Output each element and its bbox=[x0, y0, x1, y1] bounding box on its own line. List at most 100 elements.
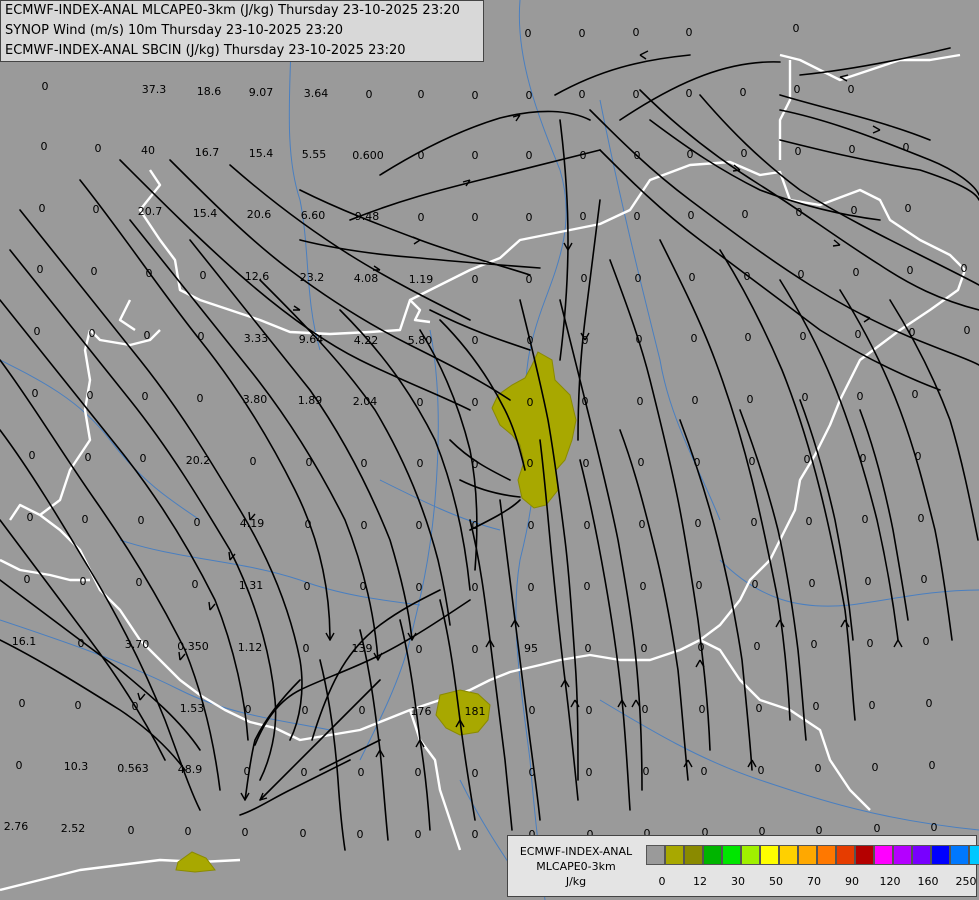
sbcin-value: 0 bbox=[691, 332, 698, 345]
sbcin-value: 181 bbox=[465, 705, 486, 718]
sbcin-value: 48.9 bbox=[178, 763, 203, 776]
legend-swatch bbox=[798, 845, 817, 865]
legend-title-line-1: ECMWF-INDEX-ANAL bbox=[519, 845, 633, 858]
sbcin-value: 0 bbox=[85, 451, 92, 464]
sbcin-value: 0 bbox=[27, 511, 34, 524]
sbcin-value: 0 bbox=[694, 456, 701, 469]
legend-title-line-2: MLCAPE0-3km bbox=[536, 860, 616, 873]
legend-swatch bbox=[969, 845, 979, 865]
legend-swatch bbox=[931, 845, 950, 865]
sbcin-value: 3.80 bbox=[243, 393, 268, 406]
sbcin-value: 0 bbox=[359, 704, 366, 717]
sbcin-value: 0 bbox=[418, 149, 425, 162]
sbcin-value: 0 bbox=[192, 578, 199, 591]
sbcin-value: 0 bbox=[926, 697, 933, 710]
sbcin-value: 0 bbox=[526, 89, 533, 102]
sbcin-value: 0 bbox=[698, 641, 705, 654]
sbcin-value: 10.3 bbox=[64, 760, 89, 773]
sbcin-value: 0 bbox=[580, 210, 587, 223]
sbcin-value: 37.3 bbox=[142, 83, 167, 96]
sbcin-value: 0 bbox=[961, 262, 968, 275]
sbcin-value: 0 bbox=[869, 699, 876, 712]
legend-swatch bbox=[779, 845, 798, 865]
sbcin-value: 0 bbox=[695, 517, 702, 530]
sbcin-value: 0 bbox=[472, 149, 479, 162]
legend-swatch bbox=[684, 845, 703, 865]
sbcin-value: 0 bbox=[696, 579, 703, 592]
sbcin-value: 0 bbox=[39, 202, 46, 215]
sbcin-value: 6.60 bbox=[301, 209, 326, 222]
sbcin-value: 0 bbox=[132, 700, 139, 713]
sbcin-value: 0 bbox=[699, 703, 706, 716]
sbcin-value: 0 bbox=[200, 269, 207, 282]
sbcin-value: 0 bbox=[417, 457, 424, 470]
legend-tick-label: 12 bbox=[693, 875, 707, 888]
sbcin-value: 0 bbox=[802, 391, 809, 404]
sbcin-value: 0 bbox=[416, 519, 423, 532]
sbcin-value: 0 bbox=[633, 26, 640, 39]
sbcin-value: 9.07 bbox=[249, 86, 274, 99]
sbcin-value: 0 bbox=[144, 329, 151, 342]
sbcin-value: 0 bbox=[740, 86, 747, 99]
sbcin-value: 0 bbox=[689, 271, 696, 284]
sbcin-value: 0.600 bbox=[352, 149, 384, 162]
sbcin-value: 0 bbox=[136, 576, 143, 589]
sbcin-value: 0 bbox=[418, 88, 425, 101]
sbcin-value: 0 bbox=[586, 704, 593, 717]
legend-swatch bbox=[855, 845, 874, 865]
sbcin-value: 0 bbox=[472, 211, 479, 224]
sbcin-value: 23.2 bbox=[300, 271, 325, 284]
legend-ticks: 01230507090120160250400 bbox=[646, 875, 977, 889]
legend-swatch bbox=[741, 845, 760, 865]
sbcin-value: 5.80 bbox=[408, 334, 433, 347]
legend-tick-label: 250 bbox=[955, 875, 977, 888]
sbcin-value: 0 bbox=[37, 263, 44, 276]
sbcin-value: 0 bbox=[860, 452, 867, 465]
sbcin-value: 0 bbox=[526, 149, 533, 162]
sbcin-value: 0 bbox=[300, 827, 307, 840]
sbcin-value: 0 bbox=[642, 703, 649, 716]
sbcin-value: 0 bbox=[923, 635, 930, 648]
legend-tick-label: 70 bbox=[807, 875, 821, 888]
legend-tick-label: 90 bbox=[845, 875, 859, 888]
sbcin-value: 0 bbox=[929, 759, 936, 772]
sbcin-value: 0 bbox=[32, 387, 39, 400]
legend-swatch bbox=[760, 845, 779, 865]
sbcin-value: 0 bbox=[416, 581, 423, 594]
sbcin-value: 0 bbox=[584, 519, 591, 532]
sbcin-value: 0 bbox=[303, 642, 310, 655]
sbcin-value: 0 bbox=[527, 334, 534, 347]
sbcin-value: 0 bbox=[639, 518, 646, 531]
legend-title-line-3: J/kg bbox=[565, 875, 587, 888]
sbcin-value: 0 bbox=[586, 766, 593, 779]
sbcin-value: 0 bbox=[853, 266, 860, 279]
sbcin-value: 0 bbox=[637, 395, 644, 408]
legend-swatch bbox=[646, 845, 665, 865]
sbcin-value: 0 bbox=[198, 330, 205, 343]
sbcin-value: 0 bbox=[634, 210, 641, 223]
legend-swatch bbox=[665, 845, 684, 865]
sbcin-value: 0 bbox=[305, 518, 312, 531]
sbcin-value: 20.2 bbox=[186, 454, 211, 467]
sbcin-value: 1.53 bbox=[180, 702, 205, 715]
sbcin-value: 0 bbox=[527, 457, 534, 470]
sbcin-value: 0 bbox=[361, 457, 368, 470]
sbcin-value: 0 bbox=[585, 642, 592, 655]
sbcin-value: 0 bbox=[304, 580, 311, 593]
sbcin-value: 0 bbox=[641, 642, 648, 655]
legend-swatch bbox=[703, 845, 722, 865]
header-line-cin: ECMWF-INDEX-ANAL SBCIN (J/kg) Thursday 2… bbox=[5, 43, 406, 58]
sbcin-value: 0 bbox=[579, 27, 586, 40]
sbcin-value: 4.19 bbox=[240, 517, 265, 530]
sbcin-value: 0 bbox=[138, 514, 145, 527]
sbcin-value: 0.563 bbox=[117, 762, 149, 775]
sbcin-value: 0 bbox=[415, 766, 422, 779]
sbcin-value: 0 bbox=[527, 396, 534, 409]
legend-swatches bbox=[646, 845, 979, 867]
sbcin-value: 0 bbox=[692, 394, 699, 407]
sbcin-value: 0 bbox=[795, 145, 802, 158]
sbcin-value: 0 bbox=[472, 581, 479, 594]
sbcin-value: 0 bbox=[245, 703, 252, 716]
sbcin-value: 0 bbox=[796, 206, 803, 219]
sbcin-value: 0 bbox=[687, 148, 694, 161]
